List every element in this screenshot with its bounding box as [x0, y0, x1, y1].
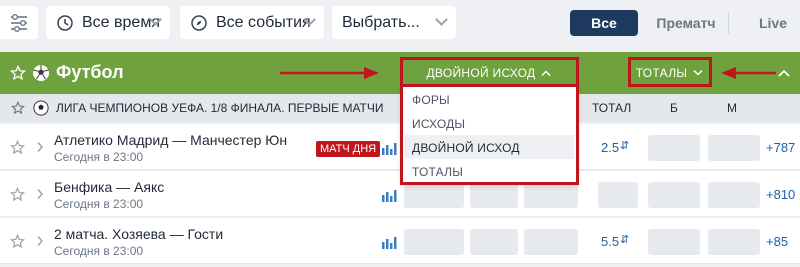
settings-button[interactable]: [0, 6, 38, 39]
match-of-day-badge: МАТЧ ДНЯ: [316, 141, 381, 157]
star-icon[interactable]: [10, 65, 26, 81]
chevron-right-icon[interactable]: [36, 188, 44, 200]
arrow-left-icon: [721, 67, 776, 79]
annotation-frame-dropdown: [400, 84, 579, 185]
odds-under[interactable]: [708, 135, 760, 161]
tab-live[interactable]: Live: [748, 10, 798, 36]
annotation-frame-totals: [628, 57, 712, 87]
time-filter-dropdown[interactable]: Все время: [46, 6, 170, 39]
column-header-under: М: [727, 101, 737, 115]
time-filter-label: Все время: [82, 13, 160, 31]
sport-title: Футбол: [56, 62, 124, 82]
select-filter-label: Выбрать...: [342, 13, 420, 31]
odds-cell[interactable]: [524, 182, 578, 208]
stats-icon[interactable]: [381, 236, 397, 250]
chevron-down-icon: [435, 13, 448, 26]
tab-all[interactable]: Все: [570, 10, 638, 36]
odds-cell[interactable]: [470, 182, 518, 208]
collapse-chevron-up-icon[interactable]: [777, 68, 791, 78]
tab-prematch[interactable]: Прематч: [648, 10, 724, 36]
star-icon[interactable]: [10, 234, 25, 249]
compass-icon: [191, 14, 207, 31]
settings-sliders-icon: [11, 13, 27, 33]
events-filter-label: Все события: [216, 13, 311, 31]
clock-icon: [57, 14, 73, 31]
odds-over[interactable]: [648, 182, 700, 208]
sort-arrows-icon: ⇵: [620, 234, 630, 246]
match-title[interactable]: Бенфика — Аякс: [54, 179, 164, 195]
odds-cell[interactable]: [404, 229, 464, 255]
star-icon[interactable]: [11, 101, 25, 115]
match-time: Сегодня в 23:00: [54, 197, 144, 211]
annotation-frame-double-chance: [400, 57, 579, 87]
stats-icon[interactable]: [381, 189, 397, 203]
select-filter-dropdown[interactable]: Выбрать...: [332, 6, 456, 39]
total-value[interactable]: 2.5: [601, 140, 619, 155]
odds-over[interactable]: [648, 135, 700, 161]
match-time: Сегодня в 23:00: [54, 244, 144, 258]
chevron-right-icon[interactable]: [36, 235, 44, 247]
odds-over[interactable]: [648, 229, 700, 255]
stats-icon[interactable]: [381, 142, 397, 156]
match-title[interactable]: 2 матча. Хозяева — Гости: [54, 226, 223, 242]
match-title[interactable]: Атлетико Мадрид — Манчестер Юн: [54, 132, 287, 148]
arrow-right-icon: [280, 67, 379, 79]
column-header-over: Б: [670, 101, 678, 115]
divider: [728, 12, 729, 34]
soccer-ball-icon: [33, 100, 49, 116]
total-cell[interactable]: [598, 182, 638, 208]
top-filter-bar: Все время Все события Выбрать... Все Пре…: [0, 0, 800, 46]
chevron-right-icon[interactable]: [36, 141, 44, 153]
column-header-total: ТОТАЛ: [592, 101, 632, 115]
odds-cell[interactable]: [470, 229, 518, 255]
odds-cell[interactable]: [524, 229, 578, 255]
events-filter-dropdown[interactable]: Все события: [180, 6, 324, 39]
star-icon[interactable]: [10, 140, 25, 155]
match-row[interactable]: 2 матча. Хозяева — Гости Сегодня в 23:00…: [0, 218, 800, 264]
soccer-ball-icon: [33, 65, 49, 81]
odds-under[interactable]: [708, 229, 760, 255]
more-markets-link[interactable]: +810: [766, 187, 795, 202]
odds-cell[interactable]: [404, 182, 464, 208]
odds-under[interactable]: [708, 182, 760, 208]
sort-arrows-icon: ⇵: [620, 140, 630, 152]
match-time: Сегодня в 23:00: [54, 150, 144, 164]
more-markets-link[interactable]: +85: [766, 234, 788, 249]
league-title: ЛИГА ЧЕМПИОНОВ УЕФА. 1/8 ФИНАЛА. ПЕРВЫЕ …: [56, 101, 384, 115]
star-icon[interactable]: [10, 187, 25, 202]
more-markets-link[interactable]: +787: [766, 140, 795, 155]
total-value[interactable]: 5.5: [601, 234, 619, 249]
